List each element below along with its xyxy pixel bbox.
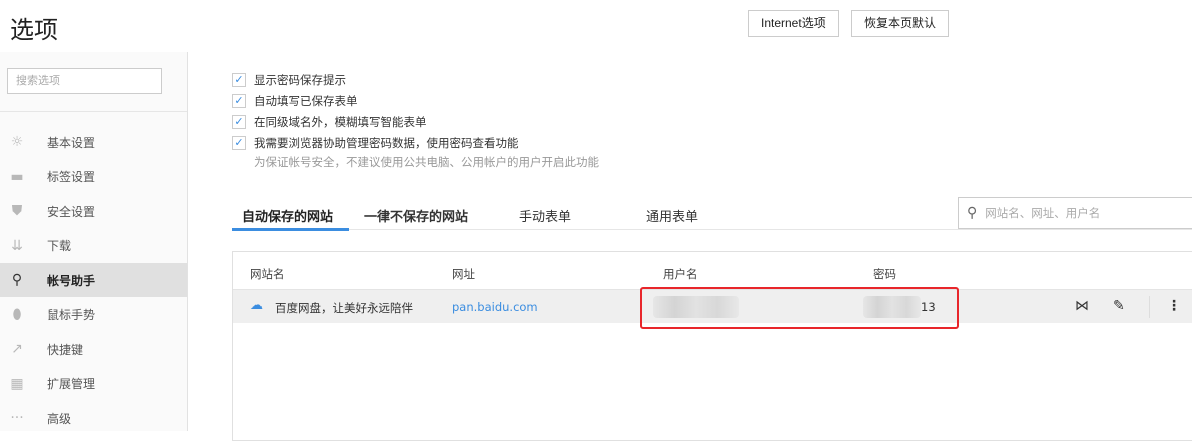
search-options-input[interactable]: 搜索选项 [7,68,162,94]
restore-defaults-button[interactable]: 恢复本页默认 [851,10,950,37]
divider [232,229,1192,230]
key-icon: ⚲ [11,272,23,288]
shortcut-icon: ↗ [11,341,23,357]
search-placeholder: 网站名、网址、用户名 [985,206,1101,220]
sidebar-item-label: 标签设置 [47,170,96,184]
sidebar-item-label: 下载 [47,239,72,253]
page-title: 选项 [10,16,58,44]
checkbox-label: 显示密码保存提示 [254,73,346,87]
sidebar-item-label: 快捷键 [47,342,84,357]
option-checkbox[interactable]: ✓ 自动填写已保存表单 [232,93,358,109]
more-icon[interactable]: ⋮ [1167,298,1181,314]
sidebar-item-label: 安全设置 [47,204,96,219]
sidebar-item-label: 基本设置 [47,135,96,150]
column-header-site: 网站名 [250,267,285,281]
download-icon: ⇊ [11,237,23,254]
gear-icon: ☼ [10,134,24,150]
sidebar-item-4[interactable]: ⚲ 帐号助手 [0,263,187,297]
checkbox[interactable]: ✓ [232,136,246,150]
sidebar-item-6[interactable]: ↗ 快捷键 [0,332,187,366]
password-search-input[interactable]: ⚲ 网站名、网址、用户名 [958,197,1192,229]
highlight-box [640,287,959,329]
site-name: 百度网盘，让美好永远陪伴 [275,301,413,315]
tab-common-forms[interactable]: 通用表单 [646,206,698,225]
show-password-icon[interactable]: ⋈ [1075,298,1089,314]
edit-icon[interactable]: ✎ [1113,298,1125,314]
column-header-username: 用户名 [663,267,698,281]
option-checkbox[interactable]: ✓ 在同级域名外，模糊填写智能表单 [232,114,427,130]
shield-icon: ⛊ [11,203,23,219]
sidebar-item-label: 扩展管理 [47,377,96,391]
sidebar-item-2[interactable]: ⛊ 安全设置 [0,194,187,228]
column-header-url: 网址 [452,267,475,281]
sidebar-item-7[interactable]: ▦ 扩展管理 [0,367,187,401]
site-url[interactable]: pan.baidu.com [452,300,538,314]
header: 选项 Internet选项 恢复本页默认 [0,0,1192,52]
sidebar-item-1[interactable]: ▬ 标签设置 [0,160,187,194]
checkbox[interactable]: ✓ [232,115,246,129]
password-table: 网站名 网址 用户名 密码 ☁ 百度网盘，让美好永远陪伴 pan.baidu.c… [232,251,1192,441]
sidebar-item-3[interactable]: ⇊ 下载 [0,229,187,263]
checkbox[interactable]: ✓ [232,73,246,87]
search-icon: ⚲ [967,205,978,221]
divider [0,111,187,112]
sidebar-item-label: 高级 [47,411,72,426]
internet-options-button[interactable]: Internet选项 [748,10,839,37]
tab-manual-forms[interactable]: 手动表单 [519,206,571,225]
column-header-password: 密码 [873,267,896,281]
sidebar: 搜索选项 ☼ 基本设置 ▬ 标签设置 ⛊ 安全设置 ⇊ 下载 ⚲ 帐号助手 ⬮ 鼠标手势 ↗ 快捷键 ▦ 扩展… [0,52,188,431]
divider [1149,296,1150,318]
checkbox[interactable]: ✓ [232,94,246,108]
security-hint: 为保证帐号安全，不建议使用公共电脑、公用帐户的用户开启此功能 [254,155,599,169]
sidebar-item-label: 鼠标手势 [47,308,96,322]
sidebar-item-0[interactable]: ☼ 基本设置 [0,125,187,159]
checkbox-label: 我需要浏览器协助管理密码数据，使用密码查看功能 [254,136,519,150]
tab-auto-saved[interactable]: 自动保存的网站 [242,206,333,225]
option-checkbox[interactable]: ✓ 显示密码保存提示 [232,72,346,88]
sidebar-item-8[interactable]: ··· 高级 [0,401,187,435]
checkbox-label: 自动填写已保存表单 [254,94,358,108]
tab-icon: ▬ [10,168,24,185]
checkbox-label: 在同级域名外，模糊填写智能表单 [254,115,427,129]
sidebar-item-label: 帐号助手 [47,273,96,288]
tab-never-saved[interactable]: 一律不保存的网站 [364,206,468,225]
extensions-icon: ▦ [10,375,24,392]
more-icon: ··· [10,410,24,426]
option-checkbox[interactable]: ✓ 我需要浏览器协助管理密码数据，使用密码查看功能 [232,135,519,151]
sidebar-item-5[interactable]: ⬮ 鼠标手势 [0,298,187,332]
mouse-icon: ⬮ [12,306,22,323]
baidu-pan-icon: ☁ [250,298,263,313]
active-tab-indicator [232,228,349,231]
